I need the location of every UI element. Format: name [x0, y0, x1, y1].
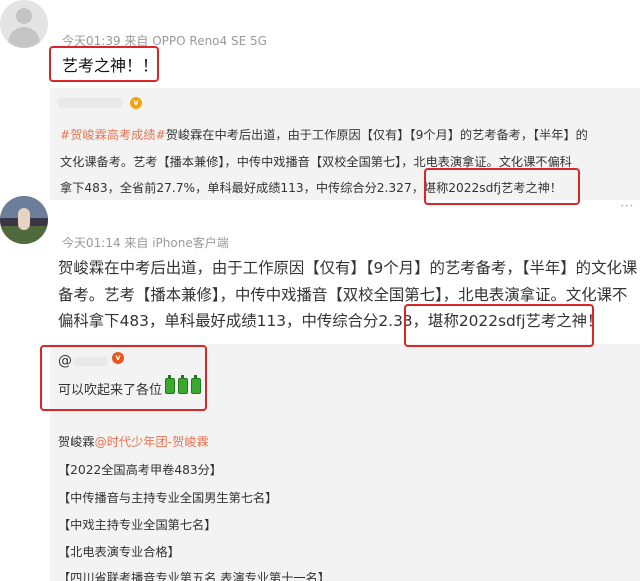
more-dots-icon[interactable]: ⋯ [620, 198, 635, 214]
profile-name: 贺峻霖 [58, 435, 95, 449]
avatar-body-shape [8, 27, 40, 48]
comment2-meta: 今天01:14 来自 iPhone客户端 [62, 236, 229, 250]
achievement-item: 【四川省联考播音专业第五名 表演专业第十一名】 [58, 571, 330, 581]
blurred-username[interactable] [58, 98, 122, 108]
achievement-item: 【中戏主持专业全国第七名】 [58, 518, 217, 532]
avatar-photo-figure [18, 208, 30, 230]
profile-heading: 贺峻霖@时代少年团-贺峻霖 [58, 432, 209, 450]
avatar-default-icon[interactable] [0, 0, 48, 48]
comment2-line-1: 贺峻霖在中考后出道，由于工作原因【仅有】【9个月】的艺考备考，【半年】的文化课 [58, 259, 638, 277]
achievement-item: 【北电表演专业合格】 [58, 545, 180, 559]
hashtag-link[interactable]: #贺峻霖高考成绩# [60, 128, 166, 142]
comment2-line-2: 备考。艺考【播本兼修】，中传中戏播音【双校全国第七】，北电表演拿证。文化课不 [58, 286, 628, 304]
highlight-box-quote [424, 168, 580, 205]
achievement-item: 【中传播音与主持专业全国男生第七名】 [58, 491, 278, 505]
quote-line-1: #贺峻霖高考成绩#贺峻霖在中考后出道，由于工作原因【仅有】【9个月】的艺考备考，… [60, 125, 588, 143]
highlight-box-comment2 [404, 304, 594, 347]
avatar-photo[interactable] [0, 196, 48, 244]
avatar-head-shape [16, 8, 32, 24]
quote-line-1-text: 贺峻霖在中考后出道，由于工作原因【仅有】【9个月】的艺考备考，【半年】的 [165, 128, 588, 142]
achievement-item: 【2022全国高考甲卷483分】 [58, 463, 222, 477]
highlight-box-title [49, 46, 159, 82]
highlight-box-reply [40, 345, 207, 411]
profile-mention-link[interactable]: @时代少年团-贺峻霖 [95, 435, 209, 449]
verified-badge-icon: v [130, 97, 142, 109]
